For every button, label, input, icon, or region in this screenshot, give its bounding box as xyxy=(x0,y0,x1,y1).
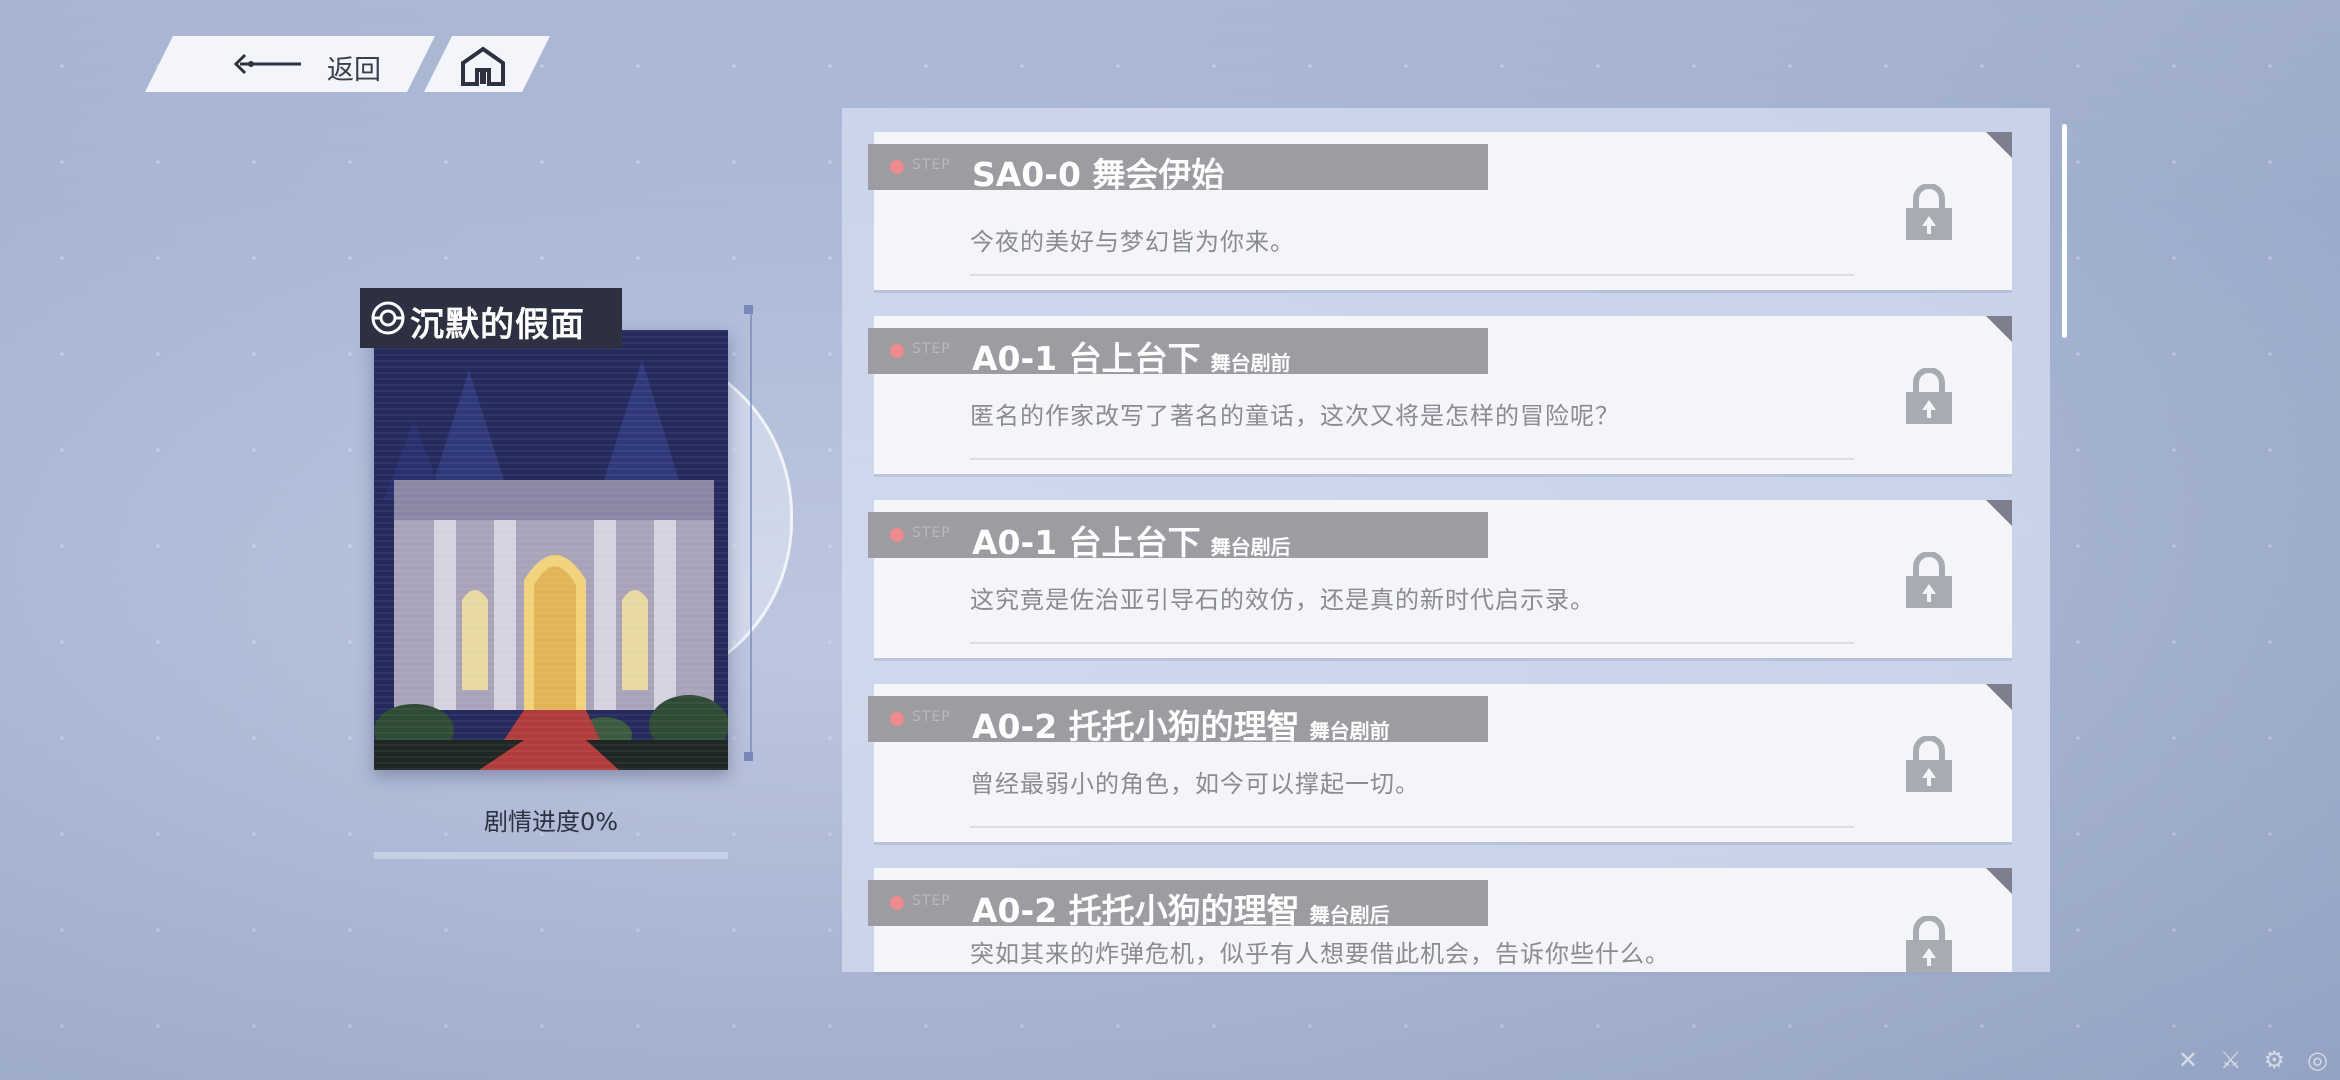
story-status-dot xyxy=(890,344,904,358)
cross-icon: ✕ xyxy=(2177,1046,2199,1074)
story-title: A0-1 台上台下 舞台剧后 xyxy=(972,523,1291,562)
lock-icon xyxy=(1906,184,1952,240)
story-status-dot xyxy=(890,528,904,542)
item-corner-mark xyxy=(1986,132,2012,158)
chapter-cover-art[interactable] xyxy=(374,330,728,770)
story-faint-tag: STEP xyxy=(912,157,951,173)
story-description: 曾经最弱小的角色，如今可以撑起一切。 xyxy=(970,770,1420,798)
story-divider xyxy=(970,274,1854,276)
swords-icon: ⚔ xyxy=(2220,1046,2242,1074)
lock-icon xyxy=(1906,916,1952,972)
story-title-bar: STEP A0-1 台上台下 舞台剧前 xyxy=(868,328,1488,378)
story-title-bar: STEP A0-2 托托小狗的理智 舞台剧前 xyxy=(868,696,1488,746)
art-scanlines xyxy=(374,330,728,770)
gear-icon: ⚙ xyxy=(2263,1046,2286,1074)
lock-icon xyxy=(1906,736,1952,792)
story-status-dot xyxy=(890,712,904,726)
back-label: 返回 xyxy=(327,55,381,86)
item-corner-mark xyxy=(1986,316,2012,342)
card-frame-dot-bottom xyxy=(744,752,753,761)
corner-decor-icons: ✕ ⚔ ⚙ ◎ xyxy=(2178,1046,2328,1074)
story-faint-tag: STEP xyxy=(912,709,951,725)
story-title-bar: STEP A0-2 托托小狗的理智 舞台剧后 xyxy=(868,880,1488,930)
story-item[interactable]: STEP SA0-0 舞会伊始 今夜的美好与梦幻皆为你来。 xyxy=(868,132,2012,290)
story-divider xyxy=(970,826,1854,828)
story-progress-bar xyxy=(374,852,728,859)
story-divider xyxy=(970,642,1854,644)
globe-icon: ◎ xyxy=(2307,1046,2328,1074)
story-description: 匿名的作家改写了著名的童话，这次又将是怎样的冒险呢？ xyxy=(970,402,1620,430)
card-frame-line xyxy=(736,308,752,758)
chapter-title: 沉默的假面 xyxy=(410,305,585,345)
story-title-bar: STEP A0-1 台上台下 舞台剧后 xyxy=(868,512,1488,562)
item-corner-mark xyxy=(1986,868,2012,894)
item-corner-mark xyxy=(1986,500,2012,526)
story-item[interactable]: STEP A0-1 台上台下 舞台剧后 这究竟是佐治亚引导石的效仿，还是真的新时代… xyxy=(868,500,2012,658)
story-description: 突如其来的炸弹危机，似乎有人想要借此机会，告诉你些什么。 xyxy=(970,940,1670,968)
story-progress-label: 剧情进度0% xyxy=(483,808,619,836)
story-status-dot xyxy=(890,896,904,910)
story-faint-tag: STEP xyxy=(912,341,951,357)
story-faint-tag: STEP xyxy=(912,893,951,909)
chapter-title-box: 沉默的假面 xyxy=(360,288,622,348)
card-frame-dot-top xyxy=(744,305,753,314)
story-faint-tag: STEP xyxy=(912,525,951,541)
story-title: A0-1 台上台下 舞台剧前 xyxy=(972,339,1291,378)
back-arrow-icon xyxy=(233,53,303,75)
story-item[interactable]: STEP A0-2 托托小狗的理智 舞台剧前 曾经最弱小的角色，如今可以撑起一切。 xyxy=(868,684,2012,842)
story-title: A0-2 托托小狗的理智 舞台剧前 xyxy=(972,707,1390,746)
story-title: SA0-0 舞会伊始 xyxy=(972,155,1225,194)
story-status-dot xyxy=(890,160,904,174)
story-item[interactable]: STEP A0-2 托托小狗的理智 舞台剧后 突如其来的炸弹危机，似乎有人想要借此… xyxy=(868,868,2012,972)
item-corner-mark xyxy=(1986,684,2012,710)
masquerade-icon xyxy=(371,301,405,335)
story-description: 今夜的美好与梦幻皆为你来。 xyxy=(970,228,1295,256)
list-scrollbar[interactable] xyxy=(2062,124,2067,338)
lock-icon xyxy=(1906,368,1952,424)
lock-icon xyxy=(1906,552,1952,608)
back-button[interactable]: 返回 xyxy=(145,36,435,92)
story-title-bar: STEP SA0-0 舞会伊始 xyxy=(868,144,1488,194)
story-divider xyxy=(970,458,1854,460)
home-icon xyxy=(460,46,506,86)
story-title: A0-2 托托小狗的理智 舞台剧后 xyxy=(972,891,1390,930)
story-description: 这究竟是佐治亚引导石的效仿，还是真的新时代启示录。 xyxy=(970,586,1595,614)
story-item[interactable]: STEP A0-1 台上台下 舞台剧前 匿名的作家改写了著名的童话，这次又将是怎样… xyxy=(868,316,2012,474)
